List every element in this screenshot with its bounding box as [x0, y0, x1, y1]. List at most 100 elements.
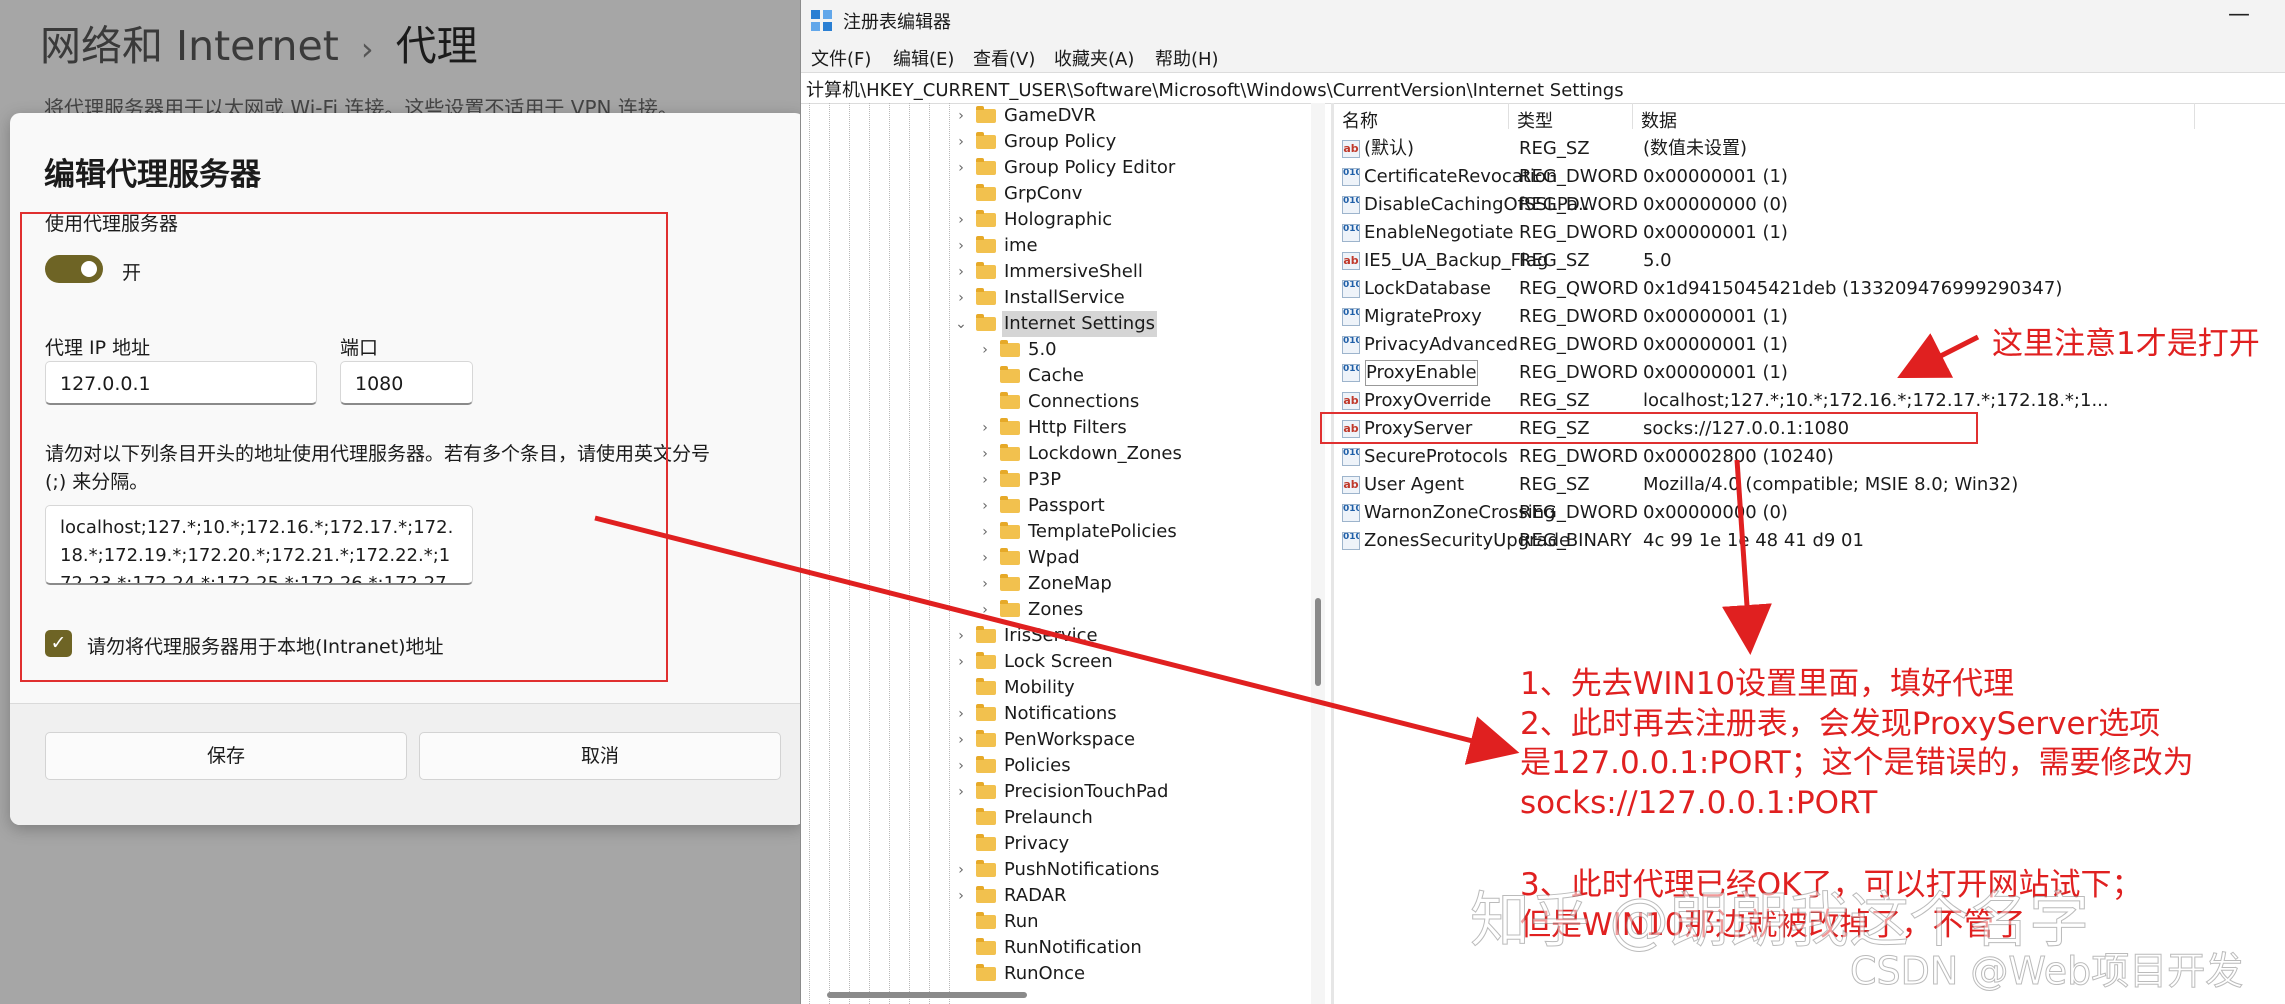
value-data: 4c 99 1e 1e 48 41 d9 01 [1643, 530, 1864, 551]
folder-icon [1000, 392, 1020, 409]
value-row[interactable]: ab (默认) REG_SZ (数值未设置) [1336, 135, 2285, 163]
folder-icon [1000, 366, 1020, 383]
chevron-icon[interactable]: › [954, 649, 968, 675]
value-row[interactable]: 010 EnableNegotiate REG_DWORD 0x00000001 (1… [1336, 219, 2285, 247]
csdn-watermark: CSDN @Web项目开发 [1849, 949, 2244, 994]
value-data: 0x00000000 (0) [1643, 502, 1788, 523]
chevron-icon[interactable]: › [978, 571, 992, 597]
folder-icon [976, 652, 996, 669]
menu-help[interactable]: 帮助(H) [1155, 45, 1219, 71]
tree-node-label: ZoneMap [1028, 573, 1112, 594]
value-type: REG_DWORD [1519, 362, 1639, 383]
step-line: socks://127.0.0.1:PORT [1520, 785, 1878, 821]
menu-edit[interactable]: 编辑(E) [893, 45, 954, 71]
value-name: User Agent [1364, 474, 1465, 495]
binary-value-icon: 010 [1342, 448, 1360, 466]
tree-node-label: Lockdown_Zones [1028, 443, 1182, 464]
folder-icon [976, 184, 996, 201]
value-row[interactable]: 010 WarnonZoneCrossing REG_DWORD 0x00000000… [1336, 499, 2285, 527]
chevron-icon[interactable]: › [978, 467, 992, 493]
menu-file[interactable]: 文件(F) [811, 45, 871, 71]
chevron-icon[interactable]: › [954, 779, 968, 805]
cancel-button[interactable]: 取消 [419, 732, 781, 780]
folder-icon [976, 782, 996, 799]
value-row[interactable]: ab User Agent REG_SZ Mozilla/4.0 (compatibl… [1336, 471, 2285, 499]
chevron-icon[interactable]: › [954, 103, 968, 129]
step-line: 2、此时再去注册表，会发现ProxyServer选项 [1520, 706, 2161, 742]
column-header-type[interactable]: 类型 [1517, 107, 1553, 133]
chevron-icon[interactable]: › [954, 857, 968, 883]
folder-icon [1000, 574, 1020, 591]
folder-icon [976, 158, 996, 175]
value-row[interactable]: ab IE5_UA_Backup_Flag REG_SZ 5.0 [1336, 247, 2285, 275]
column-header-data[interactable]: 数据 [1641, 107, 1677, 133]
chevron-icon[interactable]: › [954, 753, 968, 779]
chevron-icon[interactable]: › [978, 597, 992, 623]
tree-node-label: TemplatePolicies [1028, 521, 1177, 542]
chevron-icon[interactable]: › [954, 285, 968, 311]
value-row[interactable]: 010 CertificateRevocation REG_DWORD 0x00000… [1336, 163, 2285, 191]
folder-icon [976, 938, 996, 955]
pane-splitter[interactable] [1331, 103, 1334, 1004]
tree-node-label: P3P [1028, 469, 1062, 490]
chevron-icon[interactable]: › [978, 519, 992, 545]
column-header-name[interactable]: 名称 [1342, 107, 1378, 133]
menu-view[interactable]: 查看(V) [973, 45, 1035, 71]
value-data: localhost;127.*;10.*;172.16.*;172.17.*;1… [1643, 390, 2109, 411]
tree-horizontal-scrollbar[interactable] [821, 990, 1311, 1000]
value-data: 0x00002800 (10240) [1643, 446, 1834, 467]
value-type: REG_SZ [1519, 250, 1590, 271]
value-row[interactable]: 010 LockDatabase REG_QWORD 0x1d9415045421de… [1336, 275, 2285, 303]
folder-icon [1000, 522, 1020, 539]
folder-icon [976, 106, 996, 123]
chevron-icon[interactable]: › [954, 883, 968, 909]
scroll-thumb[interactable] [1315, 598, 1321, 686]
chevron-icon[interactable]: › [954, 233, 968, 259]
binary-value-icon: 010 [1342, 308, 1360, 326]
tree-node-label: Mobility [1004, 677, 1075, 698]
chevron-icon[interactable]: › [978, 415, 992, 441]
chevron-icon[interactable]: › [978, 493, 992, 519]
save-button[interactable]: 保存 [45, 732, 407, 780]
address-bar[interactable]: 计算机\HKEY_CURRENT_USER\Software\Microsoft… [801, 72, 2285, 104]
value-data: 0x00000001 (1) [1643, 166, 1788, 187]
value-row[interactable]: ab ProxyOverride REG_SZ localhost;127.*;10.… [1336, 387, 2285, 415]
tree-node-label: RADAR [1004, 885, 1067, 906]
regedit-icon [811, 10, 833, 32]
chevron-icon[interactable]: › [954, 701, 968, 727]
binary-value-icon: 010 [1342, 532, 1360, 550]
menu-favorites[interactable]: 收藏夹(A) [1054, 45, 1134, 71]
folder-open-icon [976, 314, 996, 331]
value-name: MigrateProxy [1364, 306, 1482, 327]
string-value-icon: ab [1342, 392, 1360, 410]
tree-node-label: InstallService [1004, 287, 1125, 308]
binary-value-icon: 010 [1342, 336, 1360, 354]
minimize-button[interactable]: — [2228, 2, 2250, 27]
value-data: (数值未设置) [1643, 138, 1748, 159]
chevron-icon[interactable]: › [954, 623, 968, 649]
tree-node-label: Prelaunch [1004, 807, 1093, 828]
chevron-icon[interactable]: › [978, 441, 992, 467]
folder-icon [976, 808, 996, 825]
breadcrumb-parent[interactable]: 网络和 Internet [40, 22, 339, 70]
tree-node-label: Holographic [1004, 209, 1113, 230]
value-data: 0x00000001 (1) [1643, 306, 1788, 327]
chevron-down-icon[interactable]: ⌄ [954, 311, 968, 337]
chevron-icon[interactable]: › [954, 155, 968, 181]
tree-node-label: 5.0 [1028, 339, 1057, 360]
value-row[interactable]: 010 ZonesSecurityUpgrade REG_BINARY 4c 99 1… [1336, 527, 2285, 555]
chevron-icon[interactable]: › [954, 727, 968, 753]
chevron-icon[interactable]: › [954, 207, 968, 233]
value-row[interactable]: 010 DisableCachingOfSSLPa... REG_DWORD 0x00… [1336, 191, 2285, 219]
value-type: REG_SZ [1519, 138, 1590, 159]
chevron-icon[interactable]: › [954, 129, 968, 155]
tree-vertical-scrollbar[interactable] [1311, 103, 1325, 1004]
chevron-icon[interactable]: › [978, 337, 992, 363]
scroll-thumb[interactable] [827, 992, 1027, 998]
value-row[interactable]: 010 SecureProtocols REG_DWORD 0x00002800 (1… [1336, 443, 2285, 471]
chevron-icon[interactable]: › [954, 259, 968, 285]
tree-node-label: IrisService [1004, 625, 1098, 646]
tree-node-label: RunNotification [1004, 937, 1142, 958]
binary-value-icon: 010 [1342, 504, 1360, 522]
chevron-icon[interactable]: › [978, 545, 992, 571]
